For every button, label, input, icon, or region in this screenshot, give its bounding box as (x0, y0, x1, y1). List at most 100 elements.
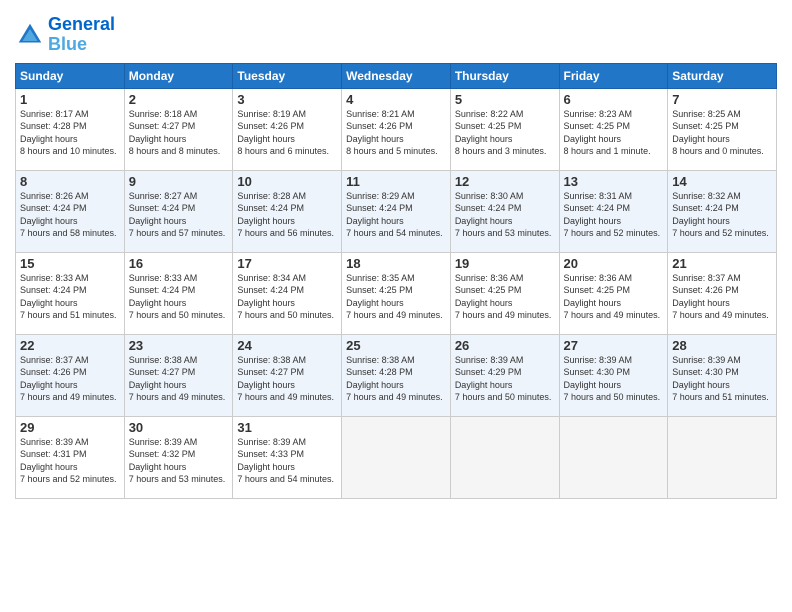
calendar-cell (450, 416, 559, 498)
day-info: Sunrise: 8:39 AM Sunset: 4:30 PM Dayligh… (564, 354, 664, 404)
day-info: Sunrise: 8:27 AM Sunset: 4:24 PM Dayligh… (129, 190, 229, 240)
calendar-cell: 26 Sunrise: 8:39 AM Sunset: 4:29 PM Dayl… (450, 334, 559, 416)
calendar-cell: 15 Sunrise: 8:33 AM Sunset: 4:24 PM Dayl… (16, 252, 125, 334)
calendar-cell: 4 Sunrise: 8:21 AM Sunset: 4:26 PM Dayli… (342, 88, 451, 170)
calendar-cell: 27 Sunrise: 8:39 AM Sunset: 4:30 PM Dayl… (559, 334, 668, 416)
calendar-cell: 21 Sunrise: 8:37 AM Sunset: 4:26 PM Dayl… (668, 252, 777, 334)
calendar-cell: 14 Sunrise: 8:32 AM Sunset: 4:24 PM Dayl… (668, 170, 777, 252)
day-number: 14 (672, 174, 772, 189)
day-info: Sunrise: 8:39 AM Sunset: 4:31 PM Dayligh… (20, 436, 120, 486)
day-number: 26 (455, 338, 555, 353)
day-info: Sunrise: 8:31 AM Sunset: 4:24 PM Dayligh… (564, 190, 664, 240)
day-info: Sunrise: 8:39 AM Sunset: 4:32 PM Dayligh… (129, 436, 229, 486)
day-info: Sunrise: 8:39 AM Sunset: 4:29 PM Dayligh… (455, 354, 555, 404)
day-info: Sunrise: 8:38 AM Sunset: 4:27 PM Dayligh… (237, 354, 337, 404)
day-number: 8 (20, 174, 120, 189)
day-info: Sunrise: 8:23 AM Sunset: 4:25 PM Dayligh… (564, 108, 664, 158)
day-number: 15 (20, 256, 120, 271)
calendar-cell: 6 Sunrise: 8:23 AM Sunset: 4:25 PM Dayli… (559, 88, 668, 170)
day-number: 4 (346, 92, 446, 107)
day-info: Sunrise: 8:38 AM Sunset: 4:27 PM Dayligh… (129, 354, 229, 404)
day-info: Sunrise: 8:25 AM Sunset: 4:25 PM Dayligh… (672, 108, 772, 158)
day-number: 16 (129, 256, 229, 271)
day-info: Sunrise: 8:32 AM Sunset: 4:24 PM Dayligh… (672, 190, 772, 240)
day-number: 28 (672, 338, 772, 353)
col-header-saturday: Saturday (668, 63, 777, 88)
calendar-cell: 25 Sunrise: 8:38 AM Sunset: 4:28 PM Dayl… (342, 334, 451, 416)
col-header-tuesday: Tuesday (233, 63, 342, 88)
day-number: 11 (346, 174, 446, 189)
calendar-cell (342, 416, 451, 498)
day-info: Sunrise: 8:37 AM Sunset: 4:26 PM Dayligh… (672, 272, 772, 322)
day-number: 12 (455, 174, 555, 189)
day-number: 3 (237, 92, 337, 107)
calendar-cell: 11 Sunrise: 8:29 AM Sunset: 4:24 PM Dayl… (342, 170, 451, 252)
calendar-cell: 31 Sunrise: 8:39 AM Sunset: 4:33 PM Dayl… (233, 416, 342, 498)
day-number: 10 (237, 174, 337, 189)
day-info: Sunrise: 8:22 AM Sunset: 4:25 PM Dayligh… (455, 108, 555, 158)
day-number: 9 (129, 174, 229, 189)
day-number: 27 (564, 338, 664, 353)
calendar-cell: 5 Sunrise: 8:22 AM Sunset: 4:25 PM Dayli… (450, 88, 559, 170)
col-header-monday: Monday (124, 63, 233, 88)
col-header-wednesday: Wednesday (342, 63, 451, 88)
day-info: Sunrise: 8:21 AM Sunset: 4:26 PM Dayligh… (346, 108, 446, 158)
day-number: 22 (20, 338, 120, 353)
logo-icon (15, 20, 45, 50)
calendar-cell: 24 Sunrise: 8:38 AM Sunset: 4:27 PM Dayl… (233, 334, 342, 416)
day-info: Sunrise: 8:38 AM Sunset: 4:28 PM Dayligh… (346, 354, 446, 404)
calendar-cell: 28 Sunrise: 8:39 AM Sunset: 4:30 PM Dayl… (668, 334, 777, 416)
col-header-sunday: Sunday (16, 63, 125, 88)
day-info: Sunrise: 8:19 AM Sunset: 4:26 PM Dayligh… (237, 108, 337, 158)
day-info: Sunrise: 8:36 AM Sunset: 4:25 PM Dayligh… (455, 272, 555, 322)
day-info: Sunrise: 8:33 AM Sunset: 4:24 PM Dayligh… (20, 272, 120, 322)
day-info: Sunrise: 8:39 AM Sunset: 4:30 PM Dayligh… (672, 354, 772, 404)
day-info: Sunrise: 8:18 AM Sunset: 4:27 PM Dayligh… (129, 108, 229, 158)
calendar-cell (559, 416, 668, 498)
header: General Blue (15, 10, 777, 55)
calendar-cell: 8 Sunrise: 8:26 AM Sunset: 4:24 PM Dayli… (16, 170, 125, 252)
day-number: 21 (672, 256, 772, 271)
day-number: 7 (672, 92, 772, 107)
logo-text: General Blue (48, 15, 115, 55)
page-container: General Blue SundayMondayTuesdayWednesda… (0, 0, 792, 504)
day-number: 19 (455, 256, 555, 271)
day-info: Sunrise: 8:36 AM Sunset: 4:25 PM Dayligh… (564, 272, 664, 322)
day-number: 1 (20, 92, 120, 107)
day-info: Sunrise: 8:26 AM Sunset: 4:24 PM Dayligh… (20, 190, 120, 240)
calendar-cell: 20 Sunrise: 8:36 AM Sunset: 4:25 PM Dayl… (559, 252, 668, 334)
calendar-cell: 10 Sunrise: 8:28 AM Sunset: 4:24 PM Dayl… (233, 170, 342, 252)
calendar-cell: 23 Sunrise: 8:38 AM Sunset: 4:27 PM Dayl… (124, 334, 233, 416)
calendar-cell: 1 Sunrise: 8:17 AM Sunset: 4:28 PM Dayli… (16, 88, 125, 170)
day-number: 25 (346, 338, 446, 353)
logo: General Blue (15, 15, 115, 55)
calendar-cell: 3 Sunrise: 8:19 AM Sunset: 4:26 PM Dayli… (233, 88, 342, 170)
calendar-cell: 22 Sunrise: 8:37 AM Sunset: 4:26 PM Dayl… (16, 334, 125, 416)
day-info: Sunrise: 8:17 AM Sunset: 4:28 PM Dayligh… (20, 108, 120, 158)
calendar-cell: 9 Sunrise: 8:27 AM Sunset: 4:24 PM Dayli… (124, 170, 233, 252)
calendar-cell: 12 Sunrise: 8:30 AM Sunset: 4:24 PM Dayl… (450, 170, 559, 252)
day-info: Sunrise: 8:34 AM Sunset: 4:24 PM Dayligh… (237, 272, 337, 322)
day-info: Sunrise: 8:30 AM Sunset: 4:24 PM Dayligh… (455, 190, 555, 240)
day-info: Sunrise: 8:28 AM Sunset: 4:24 PM Dayligh… (237, 190, 337, 240)
day-info: Sunrise: 8:35 AM Sunset: 4:25 PM Dayligh… (346, 272, 446, 322)
calendar-cell: 18 Sunrise: 8:35 AM Sunset: 4:25 PM Dayl… (342, 252, 451, 334)
col-header-thursday: Thursday (450, 63, 559, 88)
day-number: 17 (237, 256, 337, 271)
day-info: Sunrise: 8:29 AM Sunset: 4:24 PM Dayligh… (346, 190, 446, 240)
day-info: Sunrise: 8:39 AM Sunset: 4:33 PM Dayligh… (237, 436, 337, 486)
day-number: 24 (237, 338, 337, 353)
day-number: 29 (20, 420, 120, 435)
day-info: Sunrise: 8:37 AM Sunset: 4:26 PM Dayligh… (20, 354, 120, 404)
calendar-cell: 2 Sunrise: 8:18 AM Sunset: 4:27 PM Dayli… (124, 88, 233, 170)
calendar-table: SundayMondayTuesdayWednesdayThursdayFrid… (15, 63, 777, 499)
calendar-cell: 29 Sunrise: 8:39 AM Sunset: 4:31 PM Dayl… (16, 416, 125, 498)
calendar-cell: 16 Sunrise: 8:33 AM Sunset: 4:24 PM Dayl… (124, 252, 233, 334)
day-number: 6 (564, 92, 664, 107)
calendar-cell: 13 Sunrise: 8:31 AM Sunset: 4:24 PM Dayl… (559, 170, 668, 252)
col-header-friday: Friday (559, 63, 668, 88)
calendar-cell: 17 Sunrise: 8:34 AM Sunset: 4:24 PM Dayl… (233, 252, 342, 334)
day-number: 13 (564, 174, 664, 189)
calendar-cell (668, 416, 777, 498)
day-info: Sunrise: 8:33 AM Sunset: 4:24 PM Dayligh… (129, 272, 229, 322)
